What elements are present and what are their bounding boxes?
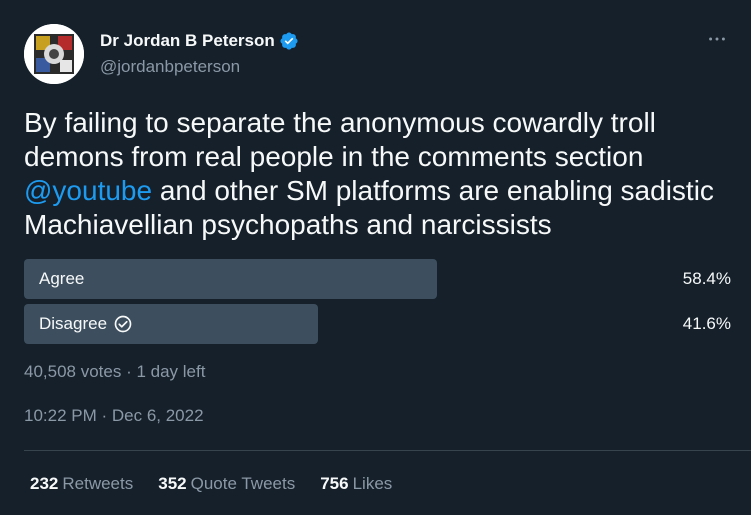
tweet-text-before: By failing to separate the anonymous cow…: [24, 107, 656, 172]
poll-option-disagree[interactable]: Disagree 41.6%: [24, 304, 734, 344]
more-horizontal-icon[interactable]: [706, 28, 728, 54]
retweets-label: Retweets: [62, 474, 134, 493]
likes-stat[interactable]: 756 Likes: [320, 474, 392, 494]
tweet-timestamp[interactable]: 10:22 PM · Dec 6, 2022: [24, 406, 204, 426]
engagement-stats: 232 Retweets 352 Quote Tweets 756 Likes: [30, 474, 392, 494]
author-handle[interactable]: @jordanbpeterson: [100, 57, 240, 77]
likes-label: Likes: [352, 474, 393, 493]
quote-tweets-label: Quote Tweets: [190, 474, 296, 493]
quote-tweets-count: 352: [158, 474, 187, 493]
poll-option-agree[interactable]: Agree 58.4%: [24, 259, 734, 299]
poll-option-percent: 41.6%: [682, 314, 731, 333]
likes-count: 756: [320, 474, 349, 493]
author-display-name[interactable]: Dr Jordan B Peterson: [100, 31, 275, 51]
quote-tweets-stat[interactable]: 352 Quote Tweets: [158, 474, 295, 494]
retweets-stat[interactable]: 232 Retweets: [30, 474, 133, 494]
poll-option-label: Agree: [39, 259, 84, 299]
avatar-image: [24, 24, 84, 84]
poll-bar: [24, 259, 437, 299]
poll-option-text: Agree: [39, 269, 85, 288]
verified-badge-icon: [279, 31, 299, 51]
poll-option-text: Disagree: [39, 314, 108, 333]
poll-option-label: Disagree: [39, 304, 133, 344]
author-name-row[interactable]: Dr Jordan B Peterson: [100, 31, 299, 51]
retweets-count: 232: [30, 474, 59, 493]
tweet-text: By failing to separate the anonymous cow…: [24, 106, 724, 242]
poll-option-percent: 58.4%: [682, 269, 731, 288]
mention-link[interactable]: @youtube: [24, 175, 152, 206]
divider: [24, 450, 751, 451]
poll-meta: 40,508 votes · 1 day left: [24, 362, 206, 381]
avatar[interactable]: [24, 24, 84, 84]
check-circle-icon: [113, 314, 133, 334]
